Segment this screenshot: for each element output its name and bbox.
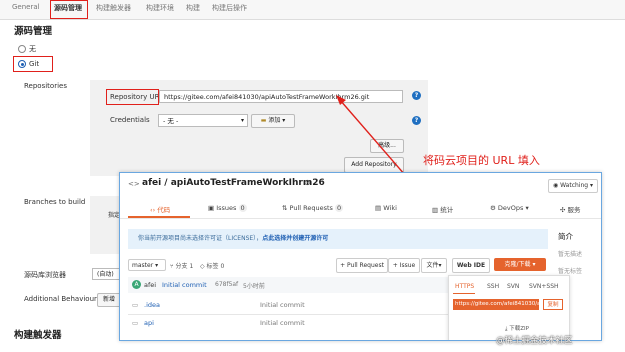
nav-code-label: 代码 (157, 206, 171, 214)
file-name[interactable]: api (144, 319, 154, 327)
download-zip-link[interactable]: ⤓ 下载ZIP (505, 324, 529, 333)
watching-label: Watching (560, 182, 589, 189)
file-divider (128, 314, 448, 315)
chart-icon: ▥ (432, 206, 439, 214)
license-notice-text: 你当前开源项目尚未选择许可证（LICENSE）， (138, 235, 263, 242)
branches-info: 分支 1 (175, 263, 194, 270)
commit-hash[interactable]: 678f5af (215, 281, 238, 288)
nav-issues[interactable]: ▣ Issues 0 (208, 204, 247, 212)
file-commit-message[interactable]: Initial commit (260, 319, 305, 327)
commit-author[interactable]: afei (144, 281, 156, 289)
nav-divider (120, 218, 601, 219)
nav-stats[interactable]: ▥ 统计 (432, 204, 453, 214)
chevron-down-icon: ▾ (532, 261, 536, 268)
nav-devops-label: DevOps (497, 204, 524, 212)
issues-icon: ▣ (208, 204, 215, 212)
file-button-label: 文件 (426, 262, 439, 269)
download-icon: ⤓ (505, 326, 508, 332)
watermark: @稀土掘金技术社区 (496, 336, 573, 346)
clone-tab-svn[interactable]: SVN (507, 283, 519, 290)
tag-icon: ◇ (200, 263, 205, 270)
file-row[interactable]: ▭ api Initial commit (120, 319, 440, 333)
nav-wiki[interactable]: ▤ Wiki (375, 204, 397, 212)
file-row[interactable]: ▭ .idea Initial commit (120, 301, 440, 315)
branch-icon: ⑂ (170, 263, 174, 270)
sidebar-desc: 暂无描述 (558, 251, 583, 258)
license-notice: 你当前开源项目尚未选择许可证（LICENSE），点此选择并创建开源许可 (128, 229, 548, 249)
file-name[interactable]: .idea (144, 301, 160, 309)
watching-button[interactable]: ◉ Watching ▾ (548, 179, 598, 193)
nav-pull-requests[interactable]: ⇅ Pull Requests 0 (282, 204, 344, 212)
file-commit-message[interactable]: Initial commit (260, 301, 305, 309)
nav-code[interactable]: ‹› 代码 (150, 204, 170, 214)
chevron-down-icon: ▾ (525, 204, 529, 212)
chevron-down-icon: ▾ (155, 262, 159, 269)
devops-icon: ⚙ (490, 204, 496, 212)
file-button[interactable]: 文件▾ (421, 258, 447, 273)
gitee-repo-page: <> afei / apiAutoTestFrameWorkIhrm26 ⊙ ◉… (119, 172, 602, 341)
branch-select-value: master (132, 262, 154, 269)
repo-title[interactable]: afei / apiAutoTestFrameWorkIhrm26 (142, 178, 325, 188)
clone-tab-ssh[interactable]: SSH (487, 283, 499, 290)
clone-url-input[interactable]: https://gitee.com/afei841030/apiAutoTest… (453, 299, 539, 310)
clone-tab-https[interactable]: HTTPS (455, 283, 474, 290)
eye-icon: ◉ (552, 182, 559, 189)
chevron-down-icon: ▾ (590, 182, 594, 189)
pull-request-icon: ⇅ (282, 204, 288, 212)
issue-button[interactable]: + Issue (388, 258, 420, 273)
nav-stats-label: 统计 (440, 206, 454, 214)
tags-info: 标签 0 (206, 263, 225, 270)
nav-services-label: 服务 (567, 206, 581, 214)
clone-download-label: 克隆/下载 (504, 261, 531, 268)
lock-icon: ⊙ (304, 178, 311, 187)
code-icon: ‹› (150, 206, 156, 214)
copy-button[interactable]: 复制 (543, 299, 563, 310)
clone-tab-indicator (453, 293, 475, 294)
web-ide-button[interactable]: Web IDE (452, 258, 490, 273)
commit-message[interactable]: Initial commit (162, 281, 207, 289)
clone-download-button[interactable]: 克隆/下载 ▾ (494, 258, 546, 271)
nav-active-indicator (128, 216, 190, 218)
sidebar-tags: 暂无标签 (558, 268, 583, 275)
create-license-link[interactable]: 点此选择并创建开源许可 (262, 235, 328, 242)
download-zip-label: 下载ZIP (509, 326, 529, 332)
tags-count[interactable]: ◇ 标签 0 (200, 261, 224, 270)
sidebar-title: 简介 (558, 232, 573, 241)
book-icon: ▤ (375, 204, 382, 212)
clone-popover: HTTPS SSH SVN SVN+SSH https://gitee.com/… (448, 275, 570, 340)
chevron-down-icon: ▾ (438, 262, 442, 269)
nav-devops[interactable]: ⚙ DevOps ▾ (490, 204, 529, 212)
code-icon: <> (128, 180, 140, 188)
clone-tab-svn-ssh[interactable]: SVN+SSH (529, 283, 559, 290)
pr-count: 0 (335, 204, 344, 212)
services-icon: ✣ (560, 206, 566, 214)
branches-count[interactable]: ⑂ 分支 1 (170, 261, 193, 270)
pull-request-button[interactable]: + Pull Request (336, 258, 388, 273)
commit-time: 5小时前 (243, 283, 265, 290)
issues-count: 0 (238, 204, 247, 212)
nav-wiki-label: Wiki (383, 204, 397, 212)
branch-select[interactable]: master ▾ (128, 259, 166, 271)
nav-services[interactable]: ✣ 服务 (560, 204, 581, 214)
folder-icon: ▭ (132, 301, 139, 309)
nav-pr-label: Pull Requests (289, 204, 333, 212)
folder-icon: ▭ (132, 319, 139, 327)
avatar: A (132, 280, 141, 289)
nav-issues-label: Issues (216, 204, 237, 212)
